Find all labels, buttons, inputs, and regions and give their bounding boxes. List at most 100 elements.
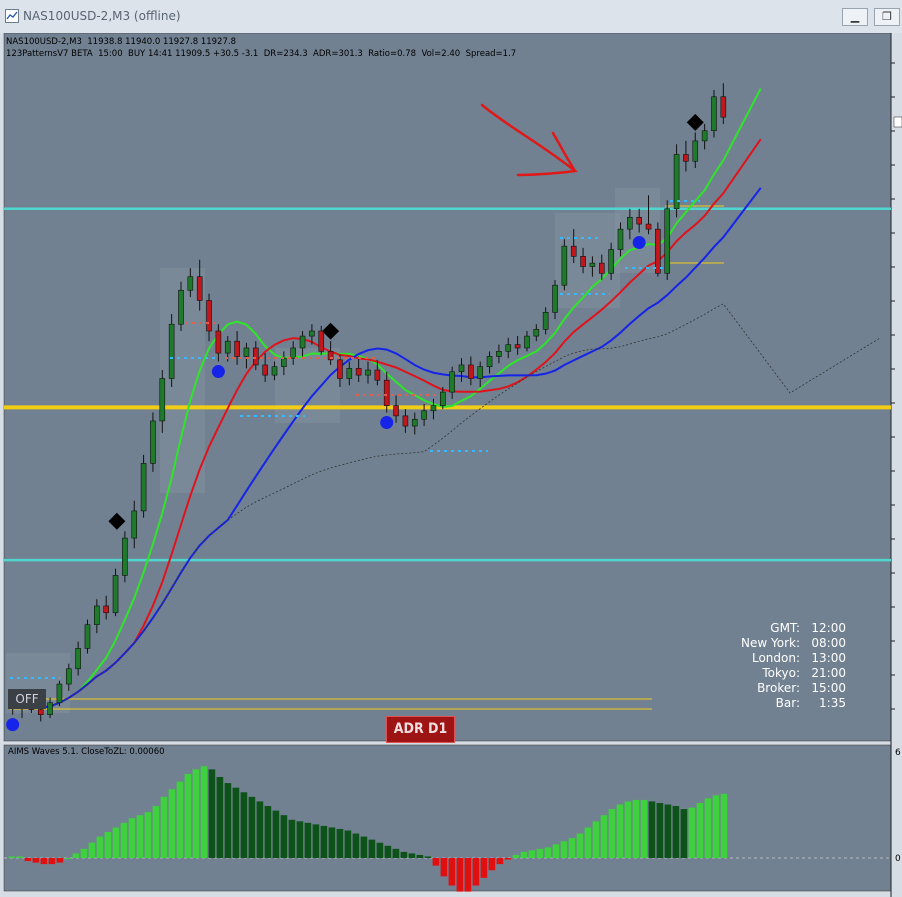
osc-bar-positive [88,842,96,858]
clock-row: Bar: 1:35 [728,696,850,711]
bear-candle [215,330,222,354]
osc-bar-positive [280,815,288,858]
bull-candle [589,262,596,267]
bull-candle [122,537,128,576]
osc-bar-negative [448,858,456,886]
bear-candle [636,216,642,225]
bull-candle [458,364,465,373]
bear-candle [393,405,399,417]
bull-candle [271,366,278,376]
session-clock: GMT: 12:00 New York: 08:00 London: 13:00 Tokyo… [728,621,850,711]
bull-candle [94,605,100,625]
restore-icon: ❐ [882,10,892,23]
bear-candle [337,359,343,379]
signal-dot [211,365,225,379]
bull-candle [178,289,184,325]
clock-value: 1:35 [819,696,846,710]
adr-d1-button[interactable]: ADR D1 [386,716,455,743]
bear-candle [374,369,381,381]
bull-candle [365,369,371,376]
osc-bar-positive [664,804,672,858]
osc-bar-positive [104,832,112,858]
oscillator-label: AIMS Waves 5.1. CloseToZL: 0.00060 [8,747,165,757]
osc-bar-positive [424,856,432,858]
osc-bar-positive [712,795,720,858]
clock-label: Tokyo: [762,666,800,680]
osc-bar-positive [248,796,256,858]
chart-window-icon [5,9,19,23]
bull-candle [692,140,699,162]
osc-bar-positive [16,856,24,858]
osc-bar-positive [152,806,160,858]
osc-bar-positive [136,815,144,858]
indicator-info-line: 123PatternsV7 BETA 15:00 BUY 14:41 11909… [6,49,517,59]
osc-bar-positive [696,802,704,858]
osc-bar-positive [344,830,352,858]
bear-candle [103,605,109,614]
bull-candle [711,96,717,132]
osc-bar-positive [256,801,264,858]
clock-value: 15:00 [811,681,846,695]
osc-bar-negative [464,858,472,892]
osc-bar-negative [432,858,440,866]
clock-value: 12:00 [811,621,846,635]
clock-value: 08:00 [811,636,846,650]
osc-bar-negative [496,858,504,865]
bull-candle [140,463,147,512]
minimize-button[interactable]: ▁ [842,8,868,26]
osc-bar-positive [224,783,232,858]
off-button[interactable]: OFF [8,689,46,709]
clock-value: 13:00 [811,651,846,665]
osc-bar-positive [600,815,608,858]
price-chart[interactable]: 60 [0,33,902,897]
osc-bar-negative [504,858,512,860]
osc-bar-positive [64,858,72,859]
clock-label: London: [751,651,800,665]
osc-bar-negative [32,858,40,863]
osc-bar-positive [648,801,656,858]
bear-candle [383,379,390,406]
bull-candle [617,228,624,250]
bull-candle [542,312,549,330]
osc-bar-negative [48,858,56,865]
bear-candle [355,368,362,376]
signal-dot [6,718,20,732]
bull-candle [150,420,156,464]
osc-bar-positive [720,793,728,858]
minimize-icon: ▁ [850,10,860,23]
bear-candle [645,223,652,230]
osc-bar-positive [296,821,304,858]
osc-bar-positive [672,806,680,858]
osc-bar-positive [560,841,568,858]
bear-candle [570,245,577,257]
clock-row: London: 13:00 [728,651,850,666]
osc-bar-positive [536,848,544,858]
bull-candle [281,357,287,367]
osc-axis-top: 6 [895,748,901,758]
osc-bar-positive [680,809,688,858]
osc-bar-positive [576,833,584,858]
bull-candle [290,347,296,359]
signal-dot [632,236,646,250]
bull-candle [561,245,568,286]
osc-bar-positive [632,799,640,858]
bull-candle [627,216,633,230]
osc-bar-positive [392,848,400,858]
bull-candle [449,371,455,393]
clock-label: New York: [741,636,800,650]
bear-candle [655,228,661,274]
osc-bar-positive [168,789,176,858]
bull-candle [243,347,250,357]
bull-candle [309,330,315,337]
osc-bar-positive [240,792,248,858]
bull-candle [496,351,502,357]
osc-bar-positive [8,856,16,858]
bull-candle [486,356,493,367]
osc-bar-positive [352,833,360,858]
restore-button[interactable]: ❐ [874,8,900,26]
bear-candle [252,347,259,366]
osc-bar-positive [328,827,336,858]
bull-candle [430,405,437,412]
bear-candle [683,154,689,162]
clock-row: Tokyo: 21:00 [728,666,850,681]
